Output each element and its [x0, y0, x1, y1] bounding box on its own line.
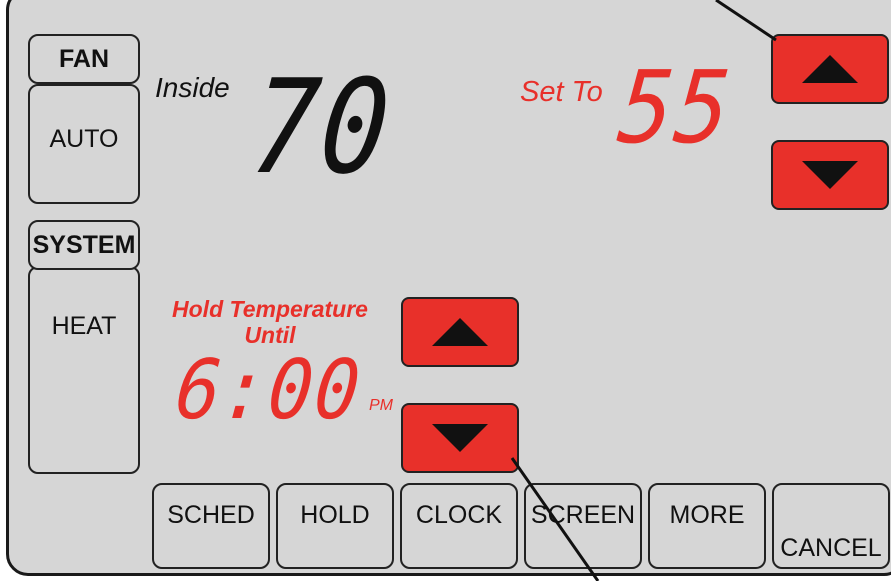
- clock-label: CLOCK: [415, 501, 503, 529]
- triangle-down-icon: [432, 424, 488, 452]
- hold-time-up-button[interactable]: [401, 297, 519, 367]
- fan-mode-value: AUTO: [49, 125, 119, 153]
- clock-button[interactable]: CLOCK: [400, 483, 518, 569]
- inside-temperature: 70: [245, 51, 398, 203]
- hold-button[interactable]: HOLD: [276, 483, 394, 569]
- triangle-up-icon: [432, 318, 488, 346]
- hold-until-time: 6:00: [171, 343, 366, 438]
- hold-ampm: PM: [369, 397, 393, 414]
- setpoint-down-button[interactable]: [771, 140, 889, 210]
- setpoint-up-button[interactable]: [771, 34, 889, 104]
- hold-label: HOLD: [300, 501, 370, 529]
- inside-label: Inside: [155, 72, 230, 103]
- sched-button[interactable]: SCHED: [152, 483, 270, 569]
- setpoint-temperature: 55: [613, 49, 737, 166]
- system-tab[interactable]: SYSTEM: [28, 220, 140, 270]
- more-button[interactable]: MORE: [648, 483, 766, 569]
- fan-tab[interactable]: FAN: [28, 34, 140, 84]
- cancel-label: CANCEL: [780, 534, 882, 562]
- screen-label: SCREEN: [530, 501, 636, 529]
- more-label: MORE: [669, 501, 745, 529]
- sched-label: SCHED: [167, 501, 255, 529]
- hold-time-down-button[interactable]: [401, 403, 519, 473]
- triangle-down-icon: [802, 161, 858, 189]
- screen-button[interactable]: SCREEN: [524, 483, 642, 569]
- system-panel[interactable]: [28, 266, 140, 474]
- system-label: SYSTEM: [32, 230, 136, 259]
- cancel-button[interactable]: CANCEL: [772, 483, 890, 569]
- hold-title-line1: Hold Temperature: [172, 296, 368, 322]
- fan-label: FAN: [59, 44, 109, 73]
- system-mode-value: HEAT: [51, 312, 117, 340]
- triangle-up-icon: [802, 55, 858, 83]
- set-to-label: Set To: [520, 76, 603, 108]
